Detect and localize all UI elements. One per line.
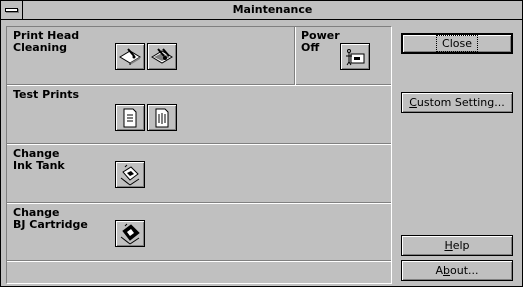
about-button[interactable]: About... [401,260,513,281]
ink-tank-icon [120,164,140,185]
change-ink-tank-button[interactable] [115,161,145,188]
section-test-prints: Test Prints [7,86,391,144]
section-print-head-cleaning: Print Head Cleaning Power Off [7,27,391,85]
deep-cleaning-button[interactable] [147,43,177,70]
help-button[interactable]: Help [401,235,513,256]
title-bar: Maintenance [1,1,522,20]
bj-cartridge-icon [120,223,140,244]
nozzle-check-icon [155,108,169,127]
status-area [7,262,391,283]
section-change-bj-cartridge: Change BJ Cartridge [7,204,391,261]
maintenance-panel: Print Head Cleaning Power Off Test Print… [6,26,392,284]
power-off-button[interactable] [340,43,370,70]
cleaning-icon [119,47,141,65]
power-off-icon [346,48,365,65]
system-menu-button[interactable] [1,1,23,19]
custom-setting-button-label: Custom Setting... [409,96,505,109]
test-print-page-icon [123,108,137,127]
section-change-ink-tank: Change Ink Tank [7,145,391,203]
about-button-label: About... [435,264,479,277]
test-prints-label: Test Prints [13,88,80,101]
cleaning-button[interactable] [115,43,145,70]
maintenance-window: Maintenance Print Head Cleaning Power Of… [0,0,523,287]
power-divider [294,27,296,85]
system-menu-icon [5,8,18,12]
power-off-label: Power Off [301,29,340,54]
test-print-button[interactable] [115,104,145,131]
change-ink-tank-label: Change Ink Tank [13,147,65,172]
deep-cleaning-icon [151,47,173,64]
change-bj-cartridge-label: Change BJ Cartridge [13,206,88,231]
nozzle-check-button[interactable] [147,104,177,131]
close-button[interactable]: Close [401,33,513,54]
help-button-label: Help [444,239,470,252]
change-bj-cartridge-button[interactable] [115,220,145,247]
close-button-label: Close [436,35,478,52]
window-title: Maintenance [232,3,313,16]
custom-setting-button[interactable]: Custom Setting... [401,92,513,113]
print-head-cleaning-label: Print Head Cleaning [13,29,80,54]
